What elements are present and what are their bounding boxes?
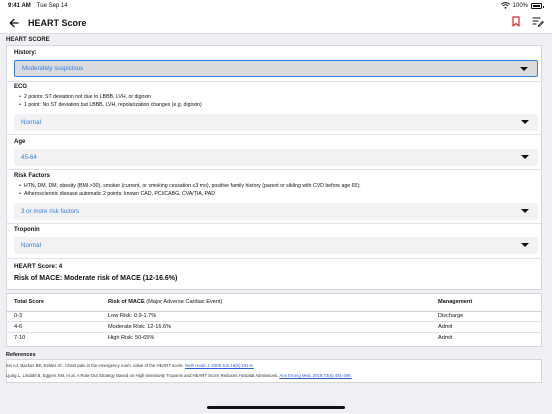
table-cell-risk: Moderate Risk: 12-16.6% bbox=[101, 321, 431, 333]
divider bbox=[7, 134, 541, 135]
bookmark-icon bbox=[512, 15, 520, 27]
history-value: Moderately suspicious bbox=[22, 65, 84, 72]
home-indicator[interactable] bbox=[207, 406, 345, 409]
list-item: HTN, DM, DM, obesity (BMI >30), smoker (… bbox=[19, 182, 361, 191]
divider bbox=[7, 81, 541, 82]
table-cell-score: 7-10 bbox=[14, 334, 26, 341]
age-value: 45-64 bbox=[21, 154, 37, 161]
chevron-down-icon bbox=[521, 155, 529, 159]
table-cell-management: Discharge bbox=[431, 311, 541, 322]
list-item: Atherosclerotic disease automatic 2 poin… bbox=[19, 190, 361, 199]
age-select[interactable]: 45-64 bbox=[14, 149, 538, 166]
list-edit-icon bbox=[532, 16, 544, 27]
risk-factors-criteria-list: HTN, DM, DM, obesity (BMI >30), smoker (… bbox=[19, 182, 361, 199]
status-time: 9:41 AM bbox=[8, 3, 31, 9]
battery-percent: 100% bbox=[512, 3, 528, 9]
risk-table-card: Total Score Risk of MACE (Major Adverse … bbox=[6, 293, 542, 347]
reference-item: Six AJ, Backus BE, Kelder JC. Chest pain… bbox=[6, 363, 254, 368]
troponin-value: Normal bbox=[21, 242, 41, 249]
ecg-value: Normal bbox=[21, 119, 41, 126]
reference-item: Ljung L, Lindahl B, Eggers KM, et al. A … bbox=[6, 373, 352, 378]
reference-link[interactable]: Neth Heart J. 2008 Jun;16(6):191-6. bbox=[185, 363, 254, 368]
table-cell-score: 0-3 bbox=[7, 311, 101, 322]
column-header-risk-subtitle: (Major Adverse Cardiac Event) bbox=[144, 299, 223, 306]
chevron-down-icon bbox=[521, 120, 529, 124]
ecg-label: ECG bbox=[14, 84, 28, 90]
edit-list-button[interactable] bbox=[532, 14, 544, 32]
table-cell-management: Admit bbox=[438, 334, 453, 341]
history-label: History: bbox=[14, 50, 37, 56]
reference-text: Ljung L, Lindahl B, Eggers KM, et al. A … bbox=[6, 373, 280, 378]
risk-factors-select[interactable]: 3 or more risk factors bbox=[14, 203, 538, 220]
heart-score-result: HEART Score: 4 bbox=[14, 263, 63, 270]
back-arrow-icon bbox=[9, 18, 19, 27]
risk-factors-value: 3 or more risk factors bbox=[21, 208, 80, 215]
table-row: 4-6 Moderate Risk: 12-16.6% Admit bbox=[7, 321, 541, 333]
risk-factors-label: Risk Factors bbox=[14, 173, 51, 179]
divider bbox=[7, 169, 541, 170]
troponin-select[interactable]: Normal bbox=[14, 237, 538, 254]
table-cell-score: 4-6 bbox=[7, 321, 101, 333]
page-title: HEART Score bbox=[28, 17, 87, 28]
wifi-icon bbox=[500, 1, 510, 11]
calculator-card: History: Moderately suspicious ECG 2 poi… bbox=[6, 45, 542, 290]
table-cell-management: Admit bbox=[431, 321, 541, 333]
mace-risk-result: Risk of MACE: Moderate risk of MACE (12-… bbox=[14, 275, 178, 282]
list-item: 2 points: ST deviation not due to LBBB, … bbox=[19, 93, 202, 102]
bookmark-button[interactable] bbox=[512, 14, 520, 32]
column-header-risk-title: Risk of MACE bbox=[108, 299, 145, 306]
risk-table: Total Score Risk of MACE (Major Adverse … bbox=[7, 294, 541, 343]
chevron-down-icon bbox=[521, 243, 529, 247]
age-label: Age bbox=[14, 139, 26, 145]
history-select[interactable]: Moderately suspicious bbox=[14, 60, 538, 77]
reference-text: Six AJ, Backus BE, Kelder JC. Chest pain… bbox=[6, 363, 185, 368]
table-cell-risk: High Risk: 50-65% bbox=[108, 334, 155, 341]
battery-icon bbox=[531, 3, 544, 9]
status-date: Tue Sep 14 bbox=[36, 3, 68, 9]
table-row: 7-10 High Risk: 50-65% Admit bbox=[7, 332, 541, 343]
column-header-management: Management bbox=[431, 294, 541, 312]
divider bbox=[7, 223, 541, 224]
references-title: References bbox=[6, 352, 36, 358]
chevron-down-icon bbox=[520, 67, 528, 71]
section-title: HEART SCORE bbox=[6, 37, 50, 43]
troponin-label: Troponin bbox=[14, 227, 40, 233]
reference-link[interactable]: Ann Emerg Med. 2019;73(5):491-499. bbox=[279, 373, 351, 378]
table-header-row: Total Score Risk of MACE (Major Adverse … bbox=[7, 294, 541, 312]
column-header-total-score: Total Score bbox=[7, 294, 101, 312]
ecg-criteria-list: 2 points: ST deviation not due to LBBB, … bbox=[19, 93, 202, 110]
divider bbox=[7, 258, 541, 259]
back-button[interactable] bbox=[0, 12, 28, 34]
table-cell-risk: Low Risk: 0.9-1.7% bbox=[101, 311, 431, 322]
list-item: 1 point: No ST deviation but LBBB, LVH, … bbox=[19, 101, 202, 110]
ecg-select[interactable]: Normal bbox=[14, 114, 538, 131]
column-header-risk: Risk of MACE (Major Adverse Cardiac Even… bbox=[101, 294, 431, 312]
table-row: 0-3 Low Risk: 0.9-1.7% Discharge bbox=[7, 311, 541, 322]
chevron-down-icon bbox=[521, 209, 529, 213]
status-bar: 9:41 AM Tue Sep 14 100% bbox=[0, 0, 552, 12]
navigation-bar: HEART Score bbox=[0, 12, 552, 34]
